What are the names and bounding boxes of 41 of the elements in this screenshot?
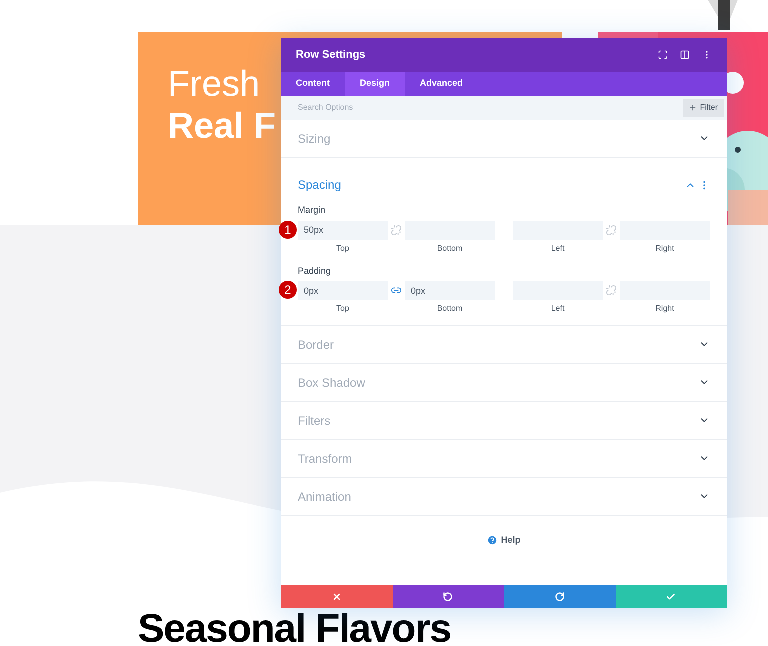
field-label: Bottom (437, 242, 463, 254)
tab[interactable]: Design (345, 72, 406, 96)
section-title[interactable]: Transform (298, 450, 352, 468)
columns-icon[interactable] (680, 50, 690, 60)
field-label: Top (336, 242, 350, 254)
section-title[interactable]: Filters (298, 412, 331, 430)
field-label: Bottom (437, 303, 463, 315)
input-field[interactable]: 0px (405, 281, 495, 300)
field-label: Left (551, 242, 565, 254)
section-title[interactable]: Sizing (298, 130, 331, 148)
field-label: Right (656, 242, 674, 254)
group-label: Padding (298, 264, 332, 278)
section-title[interactable]: Box Shadow (298, 374, 366, 392)
search-field[interactable]: Search Options (298, 102, 498, 114)
number-badge: 1 (279, 220, 297, 238)
tab[interactable]: Content (281, 72, 345, 96)
field-label: Top (336, 303, 350, 315)
link-icon[interactable] (391, 285, 402, 296)
section-title[interactable]: Border (298, 336, 334, 354)
number-badge: 2 (279, 281, 297, 299)
section-title[interactable]: Animation (298, 488, 352, 506)
tab[interactable]: Advanced (405, 72, 478, 96)
focus-icon[interactable] (658, 50, 668, 60)
group-label: Margin (298, 204, 327, 217)
help-link[interactable]: Help (501, 534, 521, 548)
plus-icon (689, 104, 698, 112)
field-label: Left (551, 303, 565, 315)
help-icon[interactable] (487, 535, 498, 546)
close-icon (332, 592, 342, 602)
modal-title: Row Settings (296, 48, 366, 63)
field-label: Right (656, 303, 674, 315)
hero-line: Real F (168, 106, 276, 146)
input-field[interactable]: 0px (298, 281, 388, 300)
check-icon (666, 592, 676, 602)
undo-icon (443, 592, 454, 602)
filter-button[interactable]: Filter (683, 99, 724, 117)
input-field[interactable]: 50px (298, 220, 388, 240)
redo-icon (554, 592, 565, 602)
section-heading: Seasonal Flavors (138, 607, 452, 646)
hero-line: Fresh (168, 62, 260, 106)
section-title[interactable]: Spacing (298, 176, 342, 194)
